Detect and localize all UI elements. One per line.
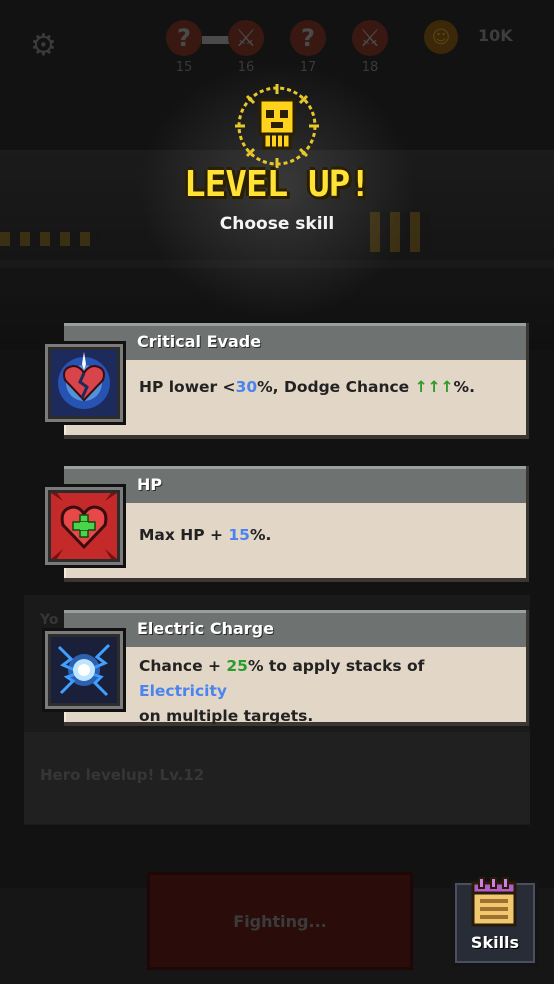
hazard-stripe xyxy=(0,232,100,246)
skill-description: Chance + 25% to apply stacks of Electric… xyxy=(139,654,506,729)
desc-text: on multiple targets. xyxy=(139,707,314,725)
desc-text: %. xyxy=(249,526,272,544)
level-up-sun-icon xyxy=(235,84,319,168)
choose-skill-subtitle: Choose skill xyxy=(219,214,335,234)
desc-text: % to apply stacks of xyxy=(247,657,425,675)
skill-card-hp[interactable]: HP Max HP + 15%. xyxy=(42,466,529,582)
coin-amount: 10K xyxy=(478,26,513,45)
desc-text: Max HP + xyxy=(139,526,229,544)
desc-text: %. xyxy=(453,378,475,396)
desc-value: 25 xyxy=(226,657,248,675)
skills-button-label: Skills xyxy=(470,933,520,952)
stage-sword-icon: ⚔ xyxy=(228,20,264,56)
settings-gear-icon[interactable]: ⚙ xyxy=(30,28,57,63)
electric-orb-icon xyxy=(42,628,126,712)
broken-heart-icon xyxy=(42,341,126,425)
card-header: Electric Charge xyxy=(64,610,526,647)
stage-sword-icon: ⚔ xyxy=(352,20,388,56)
desc-arrows: ↑↑↑ xyxy=(414,378,454,396)
card-header: Critical Evade xyxy=(64,323,526,360)
card-body: Chance + 25% to apply stacks of Electric… xyxy=(64,647,526,725)
stage-question-icon: ? xyxy=(166,20,202,56)
coin-icon: ☺ xyxy=(424,20,458,54)
desc-value: 15 xyxy=(228,526,250,544)
skill-name: Electric Charge xyxy=(137,619,274,638)
desc-text: HP lower < xyxy=(139,378,236,396)
desc-value: 30 xyxy=(235,378,258,396)
skill-card-critical-evade[interactable]: Critical Evade HP lower <30%, Dodge Chan… xyxy=(42,323,529,439)
level-up-title: LEVEL UP! xyxy=(183,164,371,205)
desc-keyword: Electricity xyxy=(139,682,227,700)
card-body: Max HP + 15%. xyxy=(64,503,526,578)
skills-button[interactable]: Skills xyxy=(452,877,538,966)
card-header: HP xyxy=(64,466,526,503)
skill-card-electric-charge[interactable]: Electric Charge Chance + 25% to apply st… xyxy=(42,610,529,726)
skill-name: HP xyxy=(137,475,163,494)
heart-plus-icon xyxy=(42,484,126,568)
desc-text: Chance + xyxy=(139,657,227,675)
card-body: HP lower <30%, Dodge Chance ↑↑↑%. xyxy=(64,360,526,435)
stage-question-icon: ? xyxy=(290,20,326,56)
skill-description: HP lower <30%, Dodge Chance ↑↑↑%. xyxy=(139,375,506,400)
skill-description: Max HP + 15%. xyxy=(139,523,506,548)
battle-log-entry-text: Hero levelup! Lv.12 xyxy=(40,766,205,784)
battle-log-partial-text: Yo xyxy=(40,612,59,628)
notebook-icon xyxy=(471,877,517,927)
desc-text: %, Dodge Chance xyxy=(257,378,415,396)
skill-name: Critical Evade xyxy=(137,332,262,351)
fighting-button: Fighting... xyxy=(147,872,413,970)
